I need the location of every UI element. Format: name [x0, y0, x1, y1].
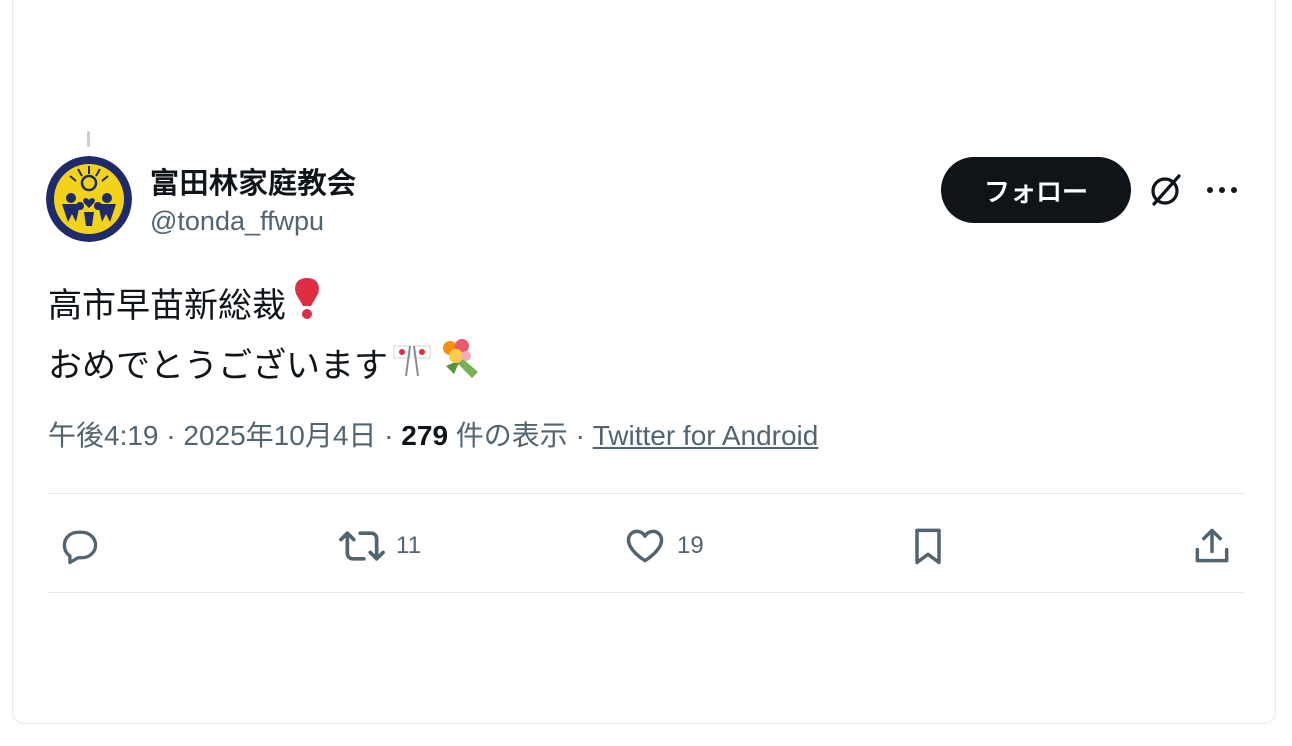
bouquet-emoji-icon: [436, 336, 480, 396]
like-count: 19: [677, 532, 704, 559]
thread-connector: [87, 131, 90, 147]
tweet-text: 高市早苗新総裁 おめでとうございます: [48, 276, 480, 396]
author-handle[interactable]: @tonda_ffwpu: [150, 206, 324, 237]
heart-icon: [626, 529, 664, 563]
tweet-time[interactable]: 午後4:19: [48, 420, 159, 451]
tweet-source-link[interactable]: Twitter for Android: [593, 420, 819, 451]
reply-button[interactable]: [58, 522, 112, 570]
reply-icon: [62, 530, 98, 565]
avatar[interactable]: [46, 156, 132, 242]
grok-icon[interactable]: [1148, 172, 1184, 208]
divider: [48, 592, 1244, 593]
meta-separator: ·: [567, 420, 593, 451]
bookmark-icon: [915, 528, 941, 565]
meta-separator: ·: [158, 420, 184, 451]
meta-separator: ·: [376, 420, 402, 451]
bookmark-button[interactable]: [906, 522, 960, 570]
heavy-exclamation-mark-emoji-icon: [290, 276, 324, 336]
share-icon: [1195, 528, 1229, 563]
views-label: 件の表示: [448, 420, 568, 451]
retweet-icon: [339, 531, 385, 561]
tweet-line-2: おめでとうございます: [48, 347, 388, 385]
retweet-button[interactable]: 11: [338, 522, 421, 570]
tweet-line-1: 高市早苗新総裁: [48, 287, 286, 325]
crossed-flags-emoji-icon: [392, 338, 432, 394]
share-button[interactable]: [1190, 522, 1244, 570]
tweet-meta: 午後4:19 · 2025年10月4日 · 279 件の表示 · Twitter…: [48, 414, 818, 454]
divider: [48, 493, 1244, 494]
like-button[interactable]: 19: [623, 522, 704, 570]
author-display-name[interactable]: 富田林家庭教会: [150, 160, 357, 202]
views-count: 279: [401, 420, 449, 451]
tweet-date[interactable]: 2025年10月4日: [183, 420, 376, 451]
follow-button[interactable]: フォロー: [941, 157, 1131, 223]
family-federation-logo-icon: [46, 156, 132, 242]
more-options-icon[interactable]: [1207, 178, 1237, 202]
retweet-count: 11: [396, 532, 421, 559]
